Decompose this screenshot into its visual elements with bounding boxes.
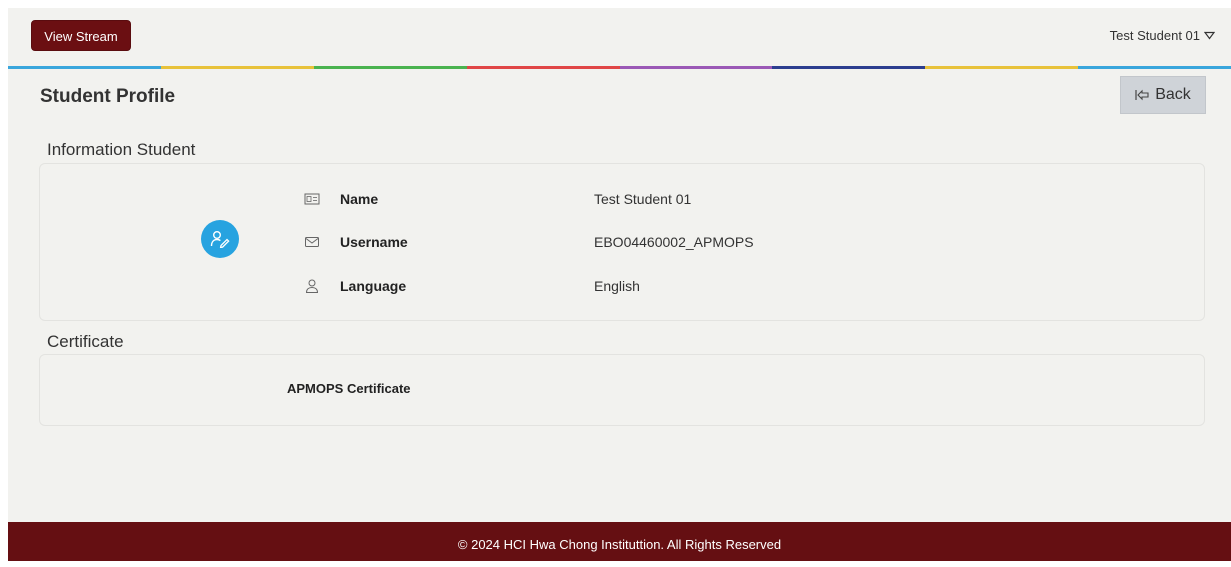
footer: © 2024 HCI Hwa Chong Instituttion. All R… <box>8 522 1231 561</box>
info-label-username: Username <box>340 234 408 250</box>
info-section-title: Information Student <box>47 140 196 159</box>
rainbow-segment <box>925 66 1079 69</box>
view-stream-button[interactable]: View Stream <box>31 20 131 51</box>
user-menu[interactable]: Test Student 01 <box>1110 28 1215 43</box>
top-bar: View Stream Test Student 01 <box>8 8 1231 66</box>
certificate-item[interactable]: APMOPS Certificate <box>287 381 411 396</box>
back-label: Back <box>1155 86 1191 103</box>
page-title: Student Profile <box>40 86 176 107</box>
user-edit-icon <box>210 231 230 248</box>
caret-down-icon <box>1204 31 1215 40</box>
back-button[interactable]: Back <box>1120 76 1206 114</box>
info-value-name: Test Student 01 <box>594 191 692 207</box>
info-value-language: English <box>594 278 640 294</box>
rainbow-segment <box>619 66 773 69</box>
user-name: Test Student 01 <box>1109 28 1200 43</box>
app-container: View Stream Test Student 01 Student Prof… <box>8 8 1231 561</box>
info-value-username: EBO04460002_APMOPS <box>594 234 754 250</box>
info-label-language: Language <box>340 278 407 294</box>
info-card: Name Test Student 01 Username EBO0446000… <box>39 163 1205 321</box>
rainbow-divider <box>8 66 1231 69</box>
footer-copyright: © 2024 HCI Hwa Chong Instituttion. All R… <box>457 537 782 552</box>
back-arrow-icon <box>1135 89 1149 101</box>
info-label-name: Name <box>340 191 379 207</box>
rainbow-segment <box>466 66 620 69</box>
id-card-icon <box>304 193 320 205</box>
info-row-username: Username EBO04460002_APMOPS <box>304 232 904 252</box>
profile-header: Student Profile Back <box>8 76 1231 116</box>
rainbow-segment <box>1078 66 1231 69</box>
info-row-name: Name Test Student 01 <box>304 189 904 209</box>
rainbow-segment <box>313 66 467 69</box>
edit-avatar-button[interactable] <box>201 220 239 258</box>
rainbow-segment <box>8 66 161 69</box>
rainbow-segment <box>772 66 926 69</box>
rainbow-segment <box>160 66 314 69</box>
certificate-card: APMOPS Certificate <box>39 354 1205 426</box>
info-row-language: Language English <box>304 276 904 296</box>
user-icon <box>305 279 319 293</box>
envelope-icon <box>305 237 319 247</box>
certificate-section-title: Certificate <box>47 332 124 351</box>
